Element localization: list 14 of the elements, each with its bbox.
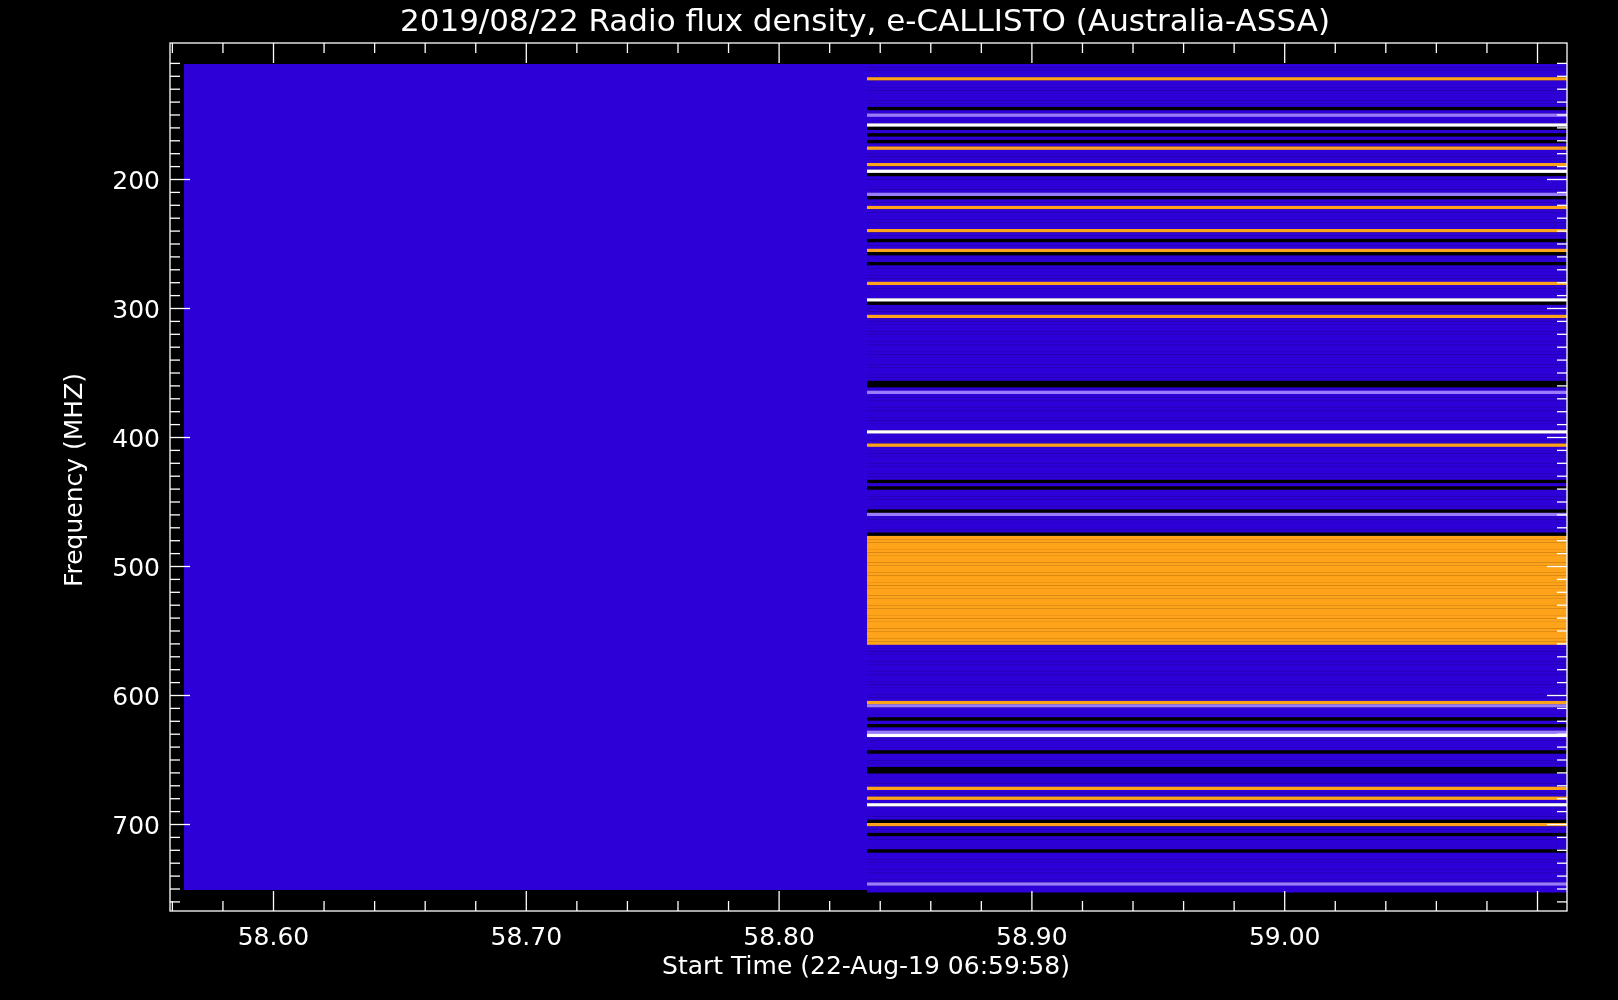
x-tick-label: 58.80 bbox=[743, 922, 815, 951]
y-tick-label: 400 bbox=[112, 423, 160, 453]
y-axis-label: Frequency (MHZ) bbox=[59, 372, 88, 588]
x-tick-label: 58.70 bbox=[490, 922, 563, 951]
y-tick-label: 300 bbox=[112, 294, 160, 324]
y-tick-label: 500 bbox=[112, 552, 160, 582]
x-tick-label: 59.00 bbox=[1248, 922, 1321, 951]
x-tick-label: 58.90 bbox=[996, 922, 1068, 951]
y-tick-label: 600 bbox=[112, 681, 160, 711]
x-axis-label: Start Time (22-Aug-19 06:59:58) bbox=[662, 951, 1070, 980]
y-tick-label: 200 bbox=[112, 165, 160, 195]
y-tick-label: 700 bbox=[112, 810, 160, 840]
chart-title: 2019/08/22 Radio flux density, e-CALLISTO (Australia-ASSA) bbox=[399, 2, 1331, 38]
x-tick-label: 58.60 bbox=[237, 922, 310, 951]
